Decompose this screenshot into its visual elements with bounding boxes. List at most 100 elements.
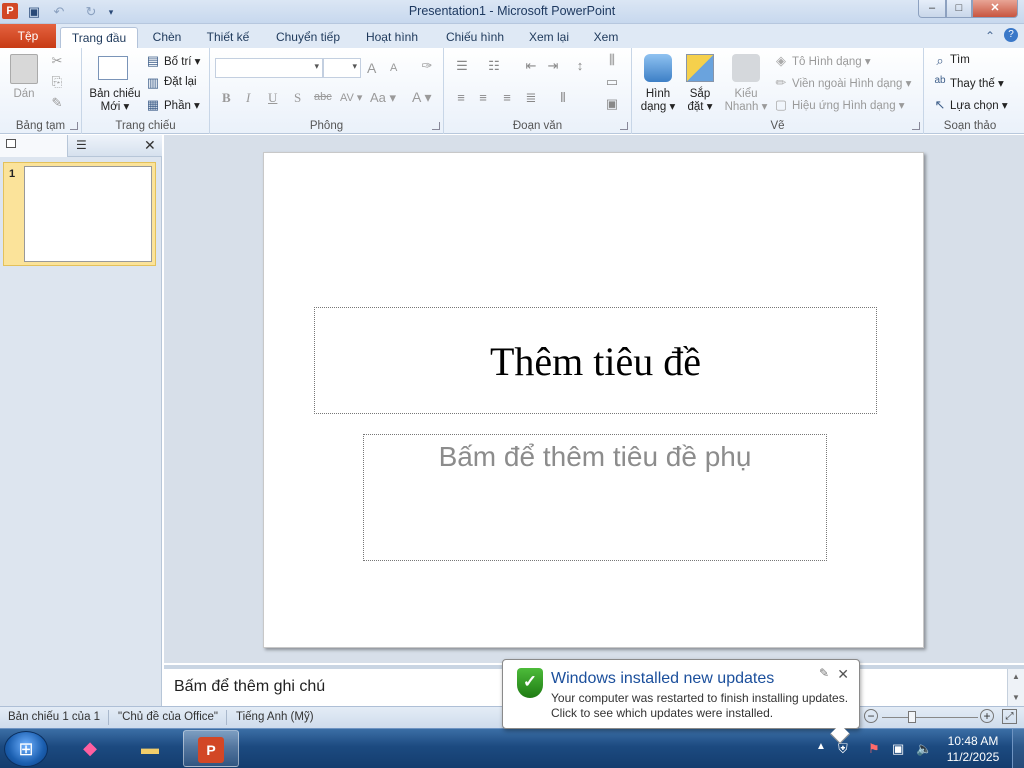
decrease-indent-icon[interactable]: ⇤ [522,58,540,74]
slide-thumbnail[interactable] [24,166,152,262]
arrange-icon[interactable] [686,54,714,82]
reset-button[interactable]: Đặt lại [164,76,197,88]
clock[interactable]: 10:48 AM 11/2/2025 [940,733,1006,765]
scroll-down-icon[interactable]: ▼ [1012,693,1020,702]
options-icon[interactable]: ✎ [819,666,829,680]
notes-placeholder[interactable]: Bấm để thêm ghi chú [174,678,325,696]
format-painter-icon[interactable]: ✎ [50,95,64,111]
font-launcher-icon[interactable] [432,122,440,130]
start-button[interactable]: ⊞ [4,731,48,767]
zoom-in-icon[interactable]: + [980,709,994,723]
language-indicator[interactable]: Tiếng Anh (Mỹ) [236,711,314,723]
align-text-icon[interactable]: ▭ [602,74,622,90]
paste-icon[interactable] [10,54,38,84]
italic-button[interactable]: I [246,90,250,106]
zoom-out-icon[interactable]: − [864,709,878,723]
cut-icon[interactable]: ✂ [50,53,64,69]
minimize-button[interactable]: – [918,0,946,18]
text-direction-icon[interactable]: ⫼ [602,52,622,68]
shape-effects-button[interactable]: Hiệu ứng Hình dạng ▾ [792,98,905,112]
notification-title[interactable]: Windows installed new updates [551,670,774,688]
tab-view[interactable]: Xem [590,27,622,48]
show-desktop-button[interactable] [1012,729,1024,768]
outline-tab-icon[interactable]: ☰ [76,138,87,152]
tab-file[interactable]: Tệp [0,24,56,48]
new-slide-icon[interactable] [98,56,128,80]
font-color-button[interactable]: A ▾ [412,89,432,106]
bold-button[interactable]: B [222,90,231,106]
tab-animations[interactable]: Hoạt hình [362,27,422,48]
update-notification-balloon[interactable]: ✓ Windows installed new updates Your com… [502,659,860,744]
clear-formatting-icon[interactable]: ✑ [418,58,436,74]
columns-icon[interactable]: ⫴ [552,90,574,106]
slide-canvas[interactable]: Thêm tiêu đề Bấm để thêm tiêu đề phụ [263,152,924,648]
fit-to-window-icon[interactable]: ⤢ [1002,709,1017,724]
numbering-icon[interactable]: ☷ [484,58,504,74]
ribbon-minimize-icon[interactable]: ⌃ [985,29,995,43]
network-icon[interactable]: ▣ [892,741,904,757]
grow-font-icon[interactable]: A [367,60,376,76]
line-spacing-icon[interactable]: ↕ [570,58,590,73]
file-explorer-icon[interactable]: ▬ [122,730,178,767]
find-button[interactable]: Tìm [950,54,970,66]
shape-outline-button[interactable]: Viền ngoài Hình dạng ▾ [792,76,911,90]
show-hidden-icons-icon[interactable]: ▲ [816,741,826,752]
tab-review[interactable]: Xem lại [527,27,571,48]
status-divider [226,710,227,725]
quick-styles-button[interactable]: Kiểu Nhanh ▾ [724,88,768,114]
tab-insert[interactable]: Chèn [146,27,188,48]
quick-styles-icon[interactable] [732,54,760,82]
tab-slides-thumbnails[interactable] [0,135,68,157]
justify-icon[interactable]: ≣ [522,90,540,106]
notification-close-icon[interactable]: ✕ [837,666,849,683]
clipboard-launcher-icon[interactable] [70,122,78,130]
maximize-button[interactable]: □ [946,0,972,18]
font-name-combo[interactable]: ▾ [215,58,323,78]
paste-button[interactable]: Dán [6,88,42,101]
shape-fill-button[interactable]: Tô Hình dạng ▾ [792,54,871,68]
shadow-button[interactable]: S [294,90,301,106]
paragraph-launcher-icon[interactable] [620,122,628,130]
scroll-up-icon[interactable]: ▲ [1012,672,1020,681]
bullets-icon[interactable]: ☰ [452,58,472,74]
new-slide-button[interactable]: Bản chiếu Mới ▾ [86,88,144,114]
layout-button[interactable]: Bố trí ▾ [164,54,200,68]
replace-button[interactable]: Thay thế ▾ [950,76,1004,90]
title-placeholder[interactable]: Thêm tiêu đề [314,307,877,414]
taskbar-app-icon[interactable]: ◆ [62,730,118,767]
subtitle-placeholder[interactable]: Bấm để thêm tiêu đề phụ [363,434,827,561]
tab-design[interactable]: Thiết kế [203,27,253,48]
align-left-icon[interactable]: ≡ [452,90,470,105]
section-button[interactable]: Phần ▾ [164,98,200,112]
tab-slideshow[interactable]: Chiếu hình [443,27,507,48]
shapes-button[interactable]: Hình dạng ▾ [636,88,680,114]
zoom-slider-thumb[interactable] [908,711,916,723]
arrange-button[interactable]: Sắp đặt ▾ [680,88,720,114]
shrink-font-icon[interactable]: A [390,62,397,74]
convert-smartart-icon[interactable]: ▣ [602,96,622,112]
tab-transitions[interactable]: Chuyển tiếp [272,27,344,48]
shapes-icon[interactable] [644,54,672,82]
notes-scrollbar[interactable]: ▲ ▼ [1007,669,1024,706]
slide-thumbnail-item[interactable]: 1 [3,162,156,266]
close-button[interactable]: ✕ [972,0,1018,18]
select-button[interactable]: Lựa chọn ▾ [950,98,1008,112]
zoom-slider[interactable] [882,717,978,718]
font-size-combo[interactable]: ▾ [323,58,361,78]
change-case-button[interactable]: Aa ▾ [370,90,396,106]
drawing-launcher-icon[interactable] [912,122,920,130]
title-bar: P ▣ ↶ ↻ ▾ Presentation1 - Microsoft Powe… [0,0,1024,24]
strikethrough-button[interactable]: abc [314,91,332,103]
copy-icon[interactable]: ⎘ [50,74,64,90]
align-right-icon[interactable]: ≡ [498,90,516,105]
character-spacing-button[interactable]: AV ▾ [340,91,362,104]
taskbar-powerpoint-icon[interactable]: P [183,730,239,767]
tab-home[interactable]: Trang đầu [60,27,138,48]
close-pane-icon[interactable]: ✕ [144,137,156,154]
volume-icon[interactable]: 🔈 [916,741,932,757]
action-center-icon[interactable]: ⚑ [868,741,880,757]
increase-indent-icon[interactable]: ⇥ [544,58,562,74]
help-icon[interactable]: ? [1004,28,1018,42]
underline-button[interactable]: U [268,90,277,106]
align-center-icon[interactable]: ≡ [474,90,492,105]
